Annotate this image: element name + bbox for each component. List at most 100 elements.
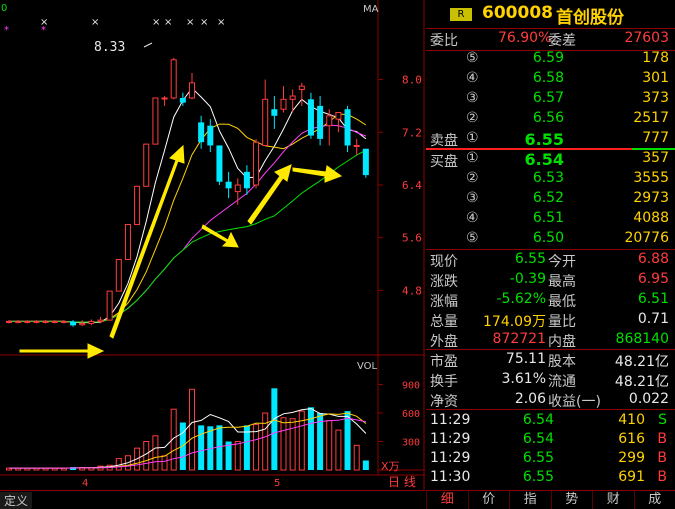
- bid-level: ①: [466, 150, 479, 166]
- fund-value: 3.61%: [466, 371, 546, 387]
- bid-price[interactable]: 6.52: [484, 190, 564, 206]
- price-tick-label: 5.6: [402, 232, 422, 245]
- ask-level: ②: [466, 110, 479, 126]
- candle-body: [198, 122, 204, 142]
- price-tick-label: 7.2: [402, 126, 422, 139]
- bid-volume: 4088: [633, 210, 669, 226]
- stock-code: 600008: [482, 3, 553, 23]
- volume-tick-label: 300: [402, 438, 420, 449]
- ask-level: ⑤: [466, 50, 479, 66]
- stat-value: 6.55: [466, 251, 546, 267]
- bid-volume: 2973: [633, 190, 669, 206]
- tab-4[interactable]: 财: [592, 491, 634, 509]
- volume-bar: [235, 442, 240, 471]
- tab-3[interactable]: 势: [551, 491, 593, 509]
- top-left-mark: 0: [1, 3, 7, 14]
- candle-body: [299, 86, 304, 89]
- stat-label-2: 量比: [548, 311, 576, 331]
- stat-label-2: 最高: [548, 271, 576, 291]
- price-tick-label: 8.0: [402, 74, 422, 87]
- period-button[interactable]: 日 线: [388, 475, 416, 489]
- ask-volume: 777: [642, 130, 669, 146]
- ask-volume: 2517: [633, 110, 669, 126]
- ask-volume: 301: [642, 70, 669, 86]
- volume-tick-label: 900: [402, 381, 420, 392]
- kline-chart[interactable]: 0 MA 8.33 ××××××× * * 8.07.26.45.64.8 VO…: [0, 0, 425, 490]
- candle-body: [308, 99, 314, 135]
- svg-text:×: ×: [91, 17, 99, 28]
- volume-bar: [363, 461, 369, 471]
- tick-price: 6.55: [474, 469, 554, 485]
- ask-price[interactable]: 6.55: [484, 130, 564, 149]
- volume-bar: [354, 445, 359, 470]
- candle-body: [207, 126, 213, 146]
- volume-bar: [345, 411, 351, 470]
- tick-price: 6.54: [474, 412, 554, 428]
- candle-body: [16, 321, 21, 322]
- left-define-tab[interactable]: 定义: [0, 492, 32, 509]
- fund-label-2: 股本: [548, 351, 576, 371]
- ask-price[interactable]: 6.56: [484, 110, 564, 126]
- volume-bar: [162, 456, 167, 470]
- volume-bar: [144, 442, 149, 471]
- candle-body: [25, 321, 30, 322]
- candle-body: [281, 99, 286, 109]
- candle-body: [34, 321, 39, 322]
- x-tick-5: 5: [274, 478, 280, 489]
- stat-label-2: 今开: [548, 251, 576, 271]
- candle-body: [263, 99, 268, 145]
- candle-body: [327, 116, 332, 126]
- bid-price[interactable]: 6.54: [484, 150, 564, 169]
- candle-body: [162, 98, 167, 99]
- stock-name: 首创股份: [556, 3, 624, 28]
- weibi-row: 委比 76.90% 委差 27603: [426, 30, 675, 50]
- tab-1[interactable]: 价: [468, 491, 510, 509]
- tab-2[interactable]: 指: [509, 491, 551, 509]
- stat-value-2: 6.88: [638, 251, 669, 267]
- ask-price[interactable]: 6.57: [484, 90, 564, 106]
- svg-text:×: ×: [186, 17, 194, 28]
- fund-label: 换手: [430, 371, 458, 391]
- fund-value: 2.06: [466, 391, 546, 407]
- bid-price[interactable]: 6.51: [484, 210, 564, 226]
- stock-header: R 600008 首创股份: [426, 0, 675, 28]
- bid-volume: 357: [642, 150, 669, 166]
- tick-time: 11:29: [430, 431, 470, 447]
- ask-price[interactable]: 6.58: [484, 70, 564, 86]
- candle-body: [144, 144, 149, 186]
- stat-value: 174.09万: [466, 311, 546, 331]
- candle-body: [254, 142, 259, 185]
- stat-value-2: 6.51: [638, 291, 669, 307]
- tab-0[interactable]: 细: [426, 491, 468, 509]
- bid-volume: 20776: [624, 230, 669, 246]
- candle-body: [190, 83, 195, 98]
- volume-bar: [290, 419, 295, 470]
- stat-label: 涨跌: [430, 271, 458, 291]
- candle-body: [317, 106, 323, 139]
- candle-body: [43, 321, 48, 322]
- volume-bar: [198, 425, 204, 470]
- ask-level: ④: [466, 70, 479, 86]
- volume-bar: [327, 421, 332, 470]
- bid-level: ③: [466, 190, 479, 206]
- tick-volume: 410: [618, 412, 645, 428]
- tab-5[interactable]: 成: [634, 491, 675, 509]
- bid-price[interactable]: 6.53: [484, 170, 564, 186]
- candle-body: [226, 182, 232, 189]
- candle-body: [125, 225, 130, 260]
- stat-label: 现价: [430, 251, 458, 271]
- stat-value: -0.39: [466, 271, 546, 287]
- candle-body: [216, 145, 222, 181]
- candle-body: [271, 109, 277, 116]
- svg-text:×: ×: [217, 17, 225, 28]
- bid-price[interactable]: 6.50: [484, 230, 564, 246]
- fund-value: 75.11: [466, 351, 546, 367]
- weibi-value: 76.90%: [498, 30, 551, 46]
- tick-volume: 299: [618, 450, 645, 466]
- ask-price[interactable]: 6.59: [484, 50, 564, 66]
- tick-side: B: [657, 450, 667, 466]
- candle-body: [98, 320, 103, 321]
- tick-side: B: [657, 469, 667, 485]
- weicha-label: 委差: [548, 30, 576, 50]
- candle-body: [345, 109, 351, 145]
